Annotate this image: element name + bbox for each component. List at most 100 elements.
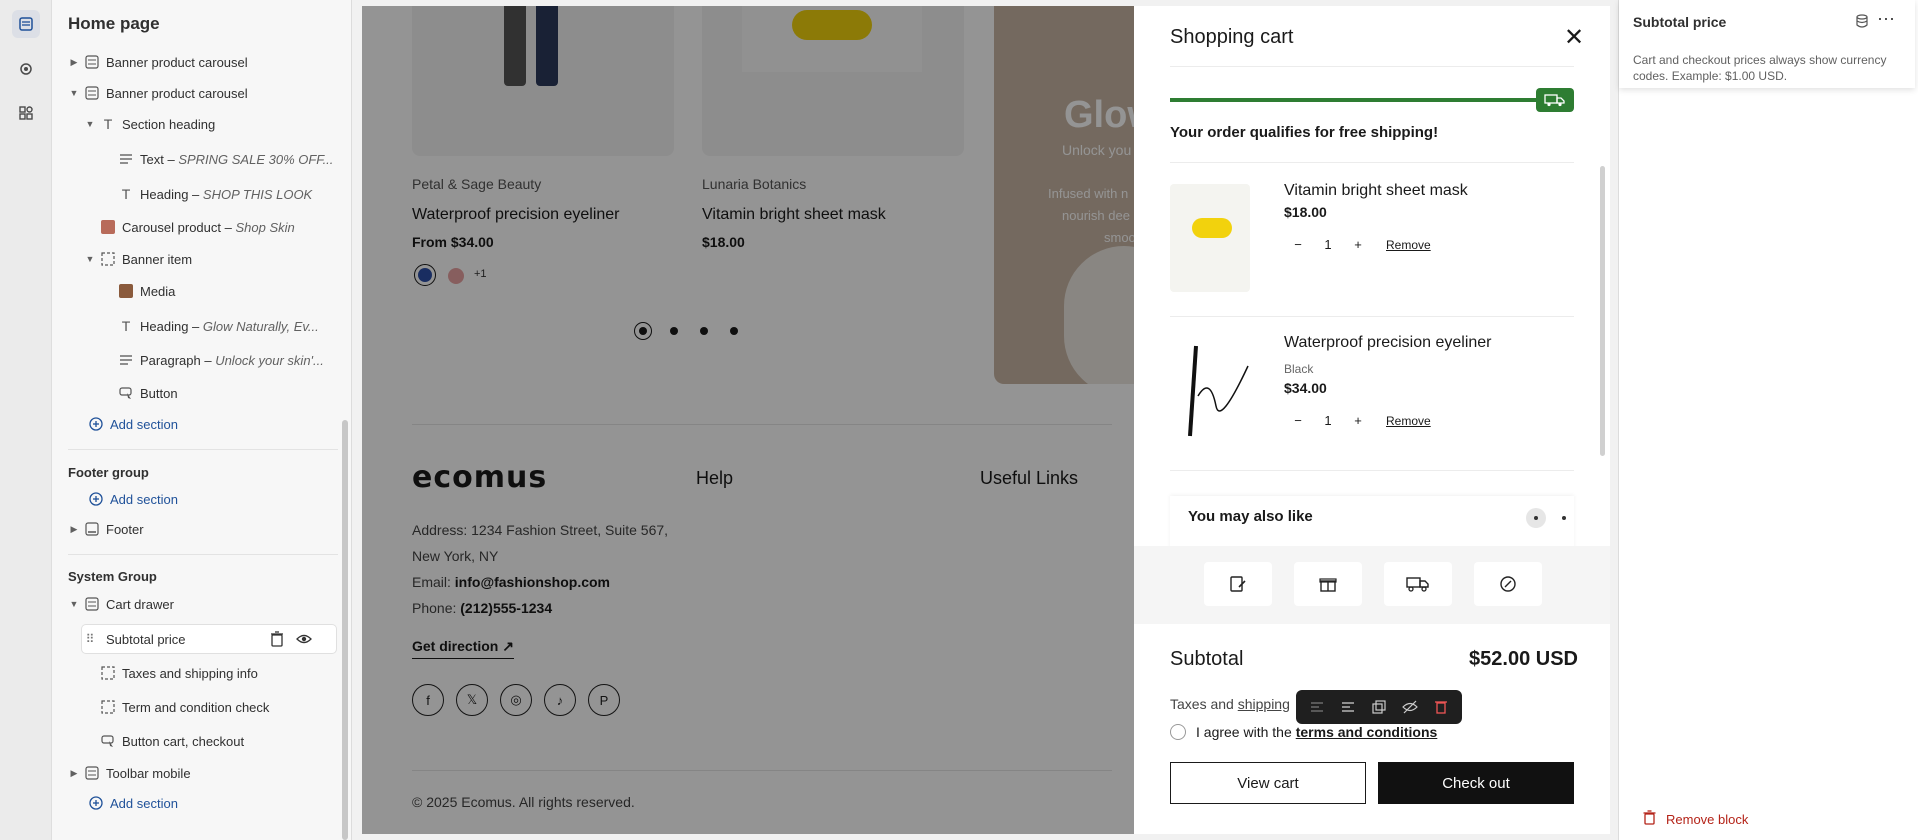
tree-item-label: Cart drawer [106,596,174,612]
note-edit-icon[interactable] [1204,562,1272,606]
tree-item-media[interactable]: Media [116,277,175,305]
carousel-dot-active[interactable] [1526,508,1546,528]
terms-checkbox[interactable] [1170,724,1186,740]
tree-item-button-cart[interactable]: Button cart, checkout [98,727,244,755]
tree-item-label: Section heading [122,116,216,132]
delete-trash-icon[interactable] [1431,697,1451,717]
block-settings-panel: Subtotal price ··· Cart and checkout pri… [1618,0,1918,840]
tree-item-cart-drawer[interactable]: ▼ Cart drawer [66,590,174,618]
cart-item-name[interactable]: Vitamin bright sheet mask [1284,182,1468,200]
trash-icon [1643,810,1656,828]
plus-icon[interactable]: + [1348,237,1368,252]
apps-icon[interactable] [12,99,40,127]
button-cursor-icon [118,385,134,401]
sidebar-scrollbar[interactable] [342,420,348,840]
drag-handle-icon[interactable]: ⠿ [82,632,98,646]
subtotal-price-block[interactable]: Subtotal $52.00 USD [1141,633,1609,687]
plus-circle-icon [88,795,104,811]
trash-icon[interactable] [270,631,284,650]
tree-item-subtotal-price[interactable]: ⠿ Subtotal price [82,625,336,653]
paragraph-icon [118,151,134,167]
free-shipping-progress-bar [1170,98,1540,102]
shipping-truck-icon[interactable] [1384,562,1452,606]
tree-item-paragraph[interactable]: Paragraph – Unlock your skin'... [116,346,324,374]
plus-icon[interactable]: + [1348,413,1368,428]
block-frame-icon [100,699,116,715]
database-stack-icon[interactable] [1855,14,1869,33]
eye-icon[interactable] [296,631,312,650]
tree-item-heading[interactable]: T Heading – SHOP THIS LOOK [116,180,313,208]
block-frame-icon [100,251,116,267]
tree-item-value: Glow Naturally, Ev... [202,318,319,334]
chevron-down-icon[interactable]: ▼ [82,119,98,129]
taxes-text: Taxes and [1170,696,1234,712]
cart-item-name[interactable]: Waterproof precision eyeliner [1284,334,1492,352]
terms-checkbox-row[interactable]: I agree with the terms and conditions [1170,724,1437,740]
button-cursor-icon [100,733,116,749]
tree-item-terms[interactable]: Term and condition check [98,693,269,721]
taxes-shipping-info: Taxes and shipping [1170,696,1290,712]
carousel-dot[interactable] [1562,516,1566,520]
tree-item-banner-carousel-1[interactable]: ▶ Banner product carousel [66,48,248,76]
system-add-section-button[interactable]: Add section [86,789,178,817]
chevron-right-icon[interactable]: ▶ [66,524,82,535]
hide-eye-icon[interactable] [1400,697,1420,717]
cart-tools-bar [1134,546,1610,624]
minus-icon[interactable]: − [1288,237,1308,252]
tree-item-heading-2[interactable]: T Heading – Glow Naturally, Ev... [116,312,319,340]
quantity-stepper[interactable]: − 1 + [1284,406,1372,434]
remove-item-link[interactable]: Remove [1386,238,1431,252]
tree-item-text[interactable]: Text – SPRING SALE 30% OFF... [116,145,333,173]
move-down-icon[interactable] [1338,697,1358,717]
chevron-down-icon[interactable]: ▼ [82,254,98,264]
tree-item-button[interactable]: Button [116,379,178,407]
view-cart-button[interactable]: View cart [1170,762,1366,804]
footer-section-icon [84,521,100,537]
chevron-right-icon[interactable]: ▶ [66,57,82,68]
gift-icon[interactable] [1294,562,1362,606]
remove-block-button[interactable]: Remove block [1643,810,1748,828]
shipping-link[interactable]: shipping [1238,696,1290,712]
drawer-overlay[interactable] [362,6,1134,834]
chevron-right-icon[interactable]: ▶ [66,768,82,779]
close-icon[interactable]: ✕ [1562,26,1586,50]
sections-icon[interactable] [12,10,40,38]
remove-item-link[interactable]: Remove [1386,414,1431,428]
settings-gear-icon[interactable] [12,55,40,83]
tree-item-toolbar-mobile[interactable]: ▶ Toolbar mobile [66,759,191,787]
tree-item-banner-item[interactable]: ▼ Banner item [82,245,193,273]
quantity-value[interactable]: 1 [1318,413,1338,428]
add-section-label: Add section [110,491,178,507]
quantity-value[interactable]: 1 [1318,237,1338,252]
section-icon [84,596,100,612]
tree-item-value: Unlock your skin'... [215,352,324,368]
tree-item-carousel-product[interactable]: Carousel product – Shop Skin [98,213,295,241]
duplicate-icon[interactable] [1369,697,1389,717]
theme-preview: Petal & Sage Beauty Waterproof precision… [362,6,1610,834]
discount-badge-icon[interactable] [1474,562,1542,606]
quantity-stepper[interactable]: − 1 + [1284,230,1372,258]
tree-item-footer[interactable]: ▶ Footer [66,515,144,543]
move-up-icon[interactable] [1307,697,1327,717]
minus-icon[interactable]: − [1288,413,1308,428]
tree-item-label: Taxes and shipping info [122,665,258,681]
tree-item-taxes[interactable]: Taxes and shipping info [98,659,258,687]
tree-item-section-heading[interactable]: ▼ T Section heading [82,110,216,138]
chevron-down-icon[interactable]: ▼ [66,88,82,98]
settings-description: Cart and checkout prices always show cur… [1633,53,1887,83]
cart-scrollbar[interactable] [1600,166,1605,456]
cart-item-image[interactable] [1170,336,1250,444]
checkout-button[interactable]: Check out [1378,762,1574,804]
terms-link[interactable]: terms and conditions [1296,724,1438,740]
more-options-icon[interactable]: ··· [1877,8,1895,29]
add-section-label: Add section [110,795,178,811]
cart-item-image[interactable] [1170,184,1250,292]
tree-item-banner-carousel-2[interactable]: ▼ Banner product carousel [66,79,248,107]
footer-add-section-button[interactable]: Add section [86,485,178,513]
tree-item-label: Carousel product [122,219,221,235]
section-icon [84,85,100,101]
tree-item-label: Text [140,151,164,167]
add-section-button[interactable]: Add section [86,410,178,438]
chevron-down-icon[interactable]: ▼ [66,599,82,609]
media-thumbnail-icon [118,283,134,299]
